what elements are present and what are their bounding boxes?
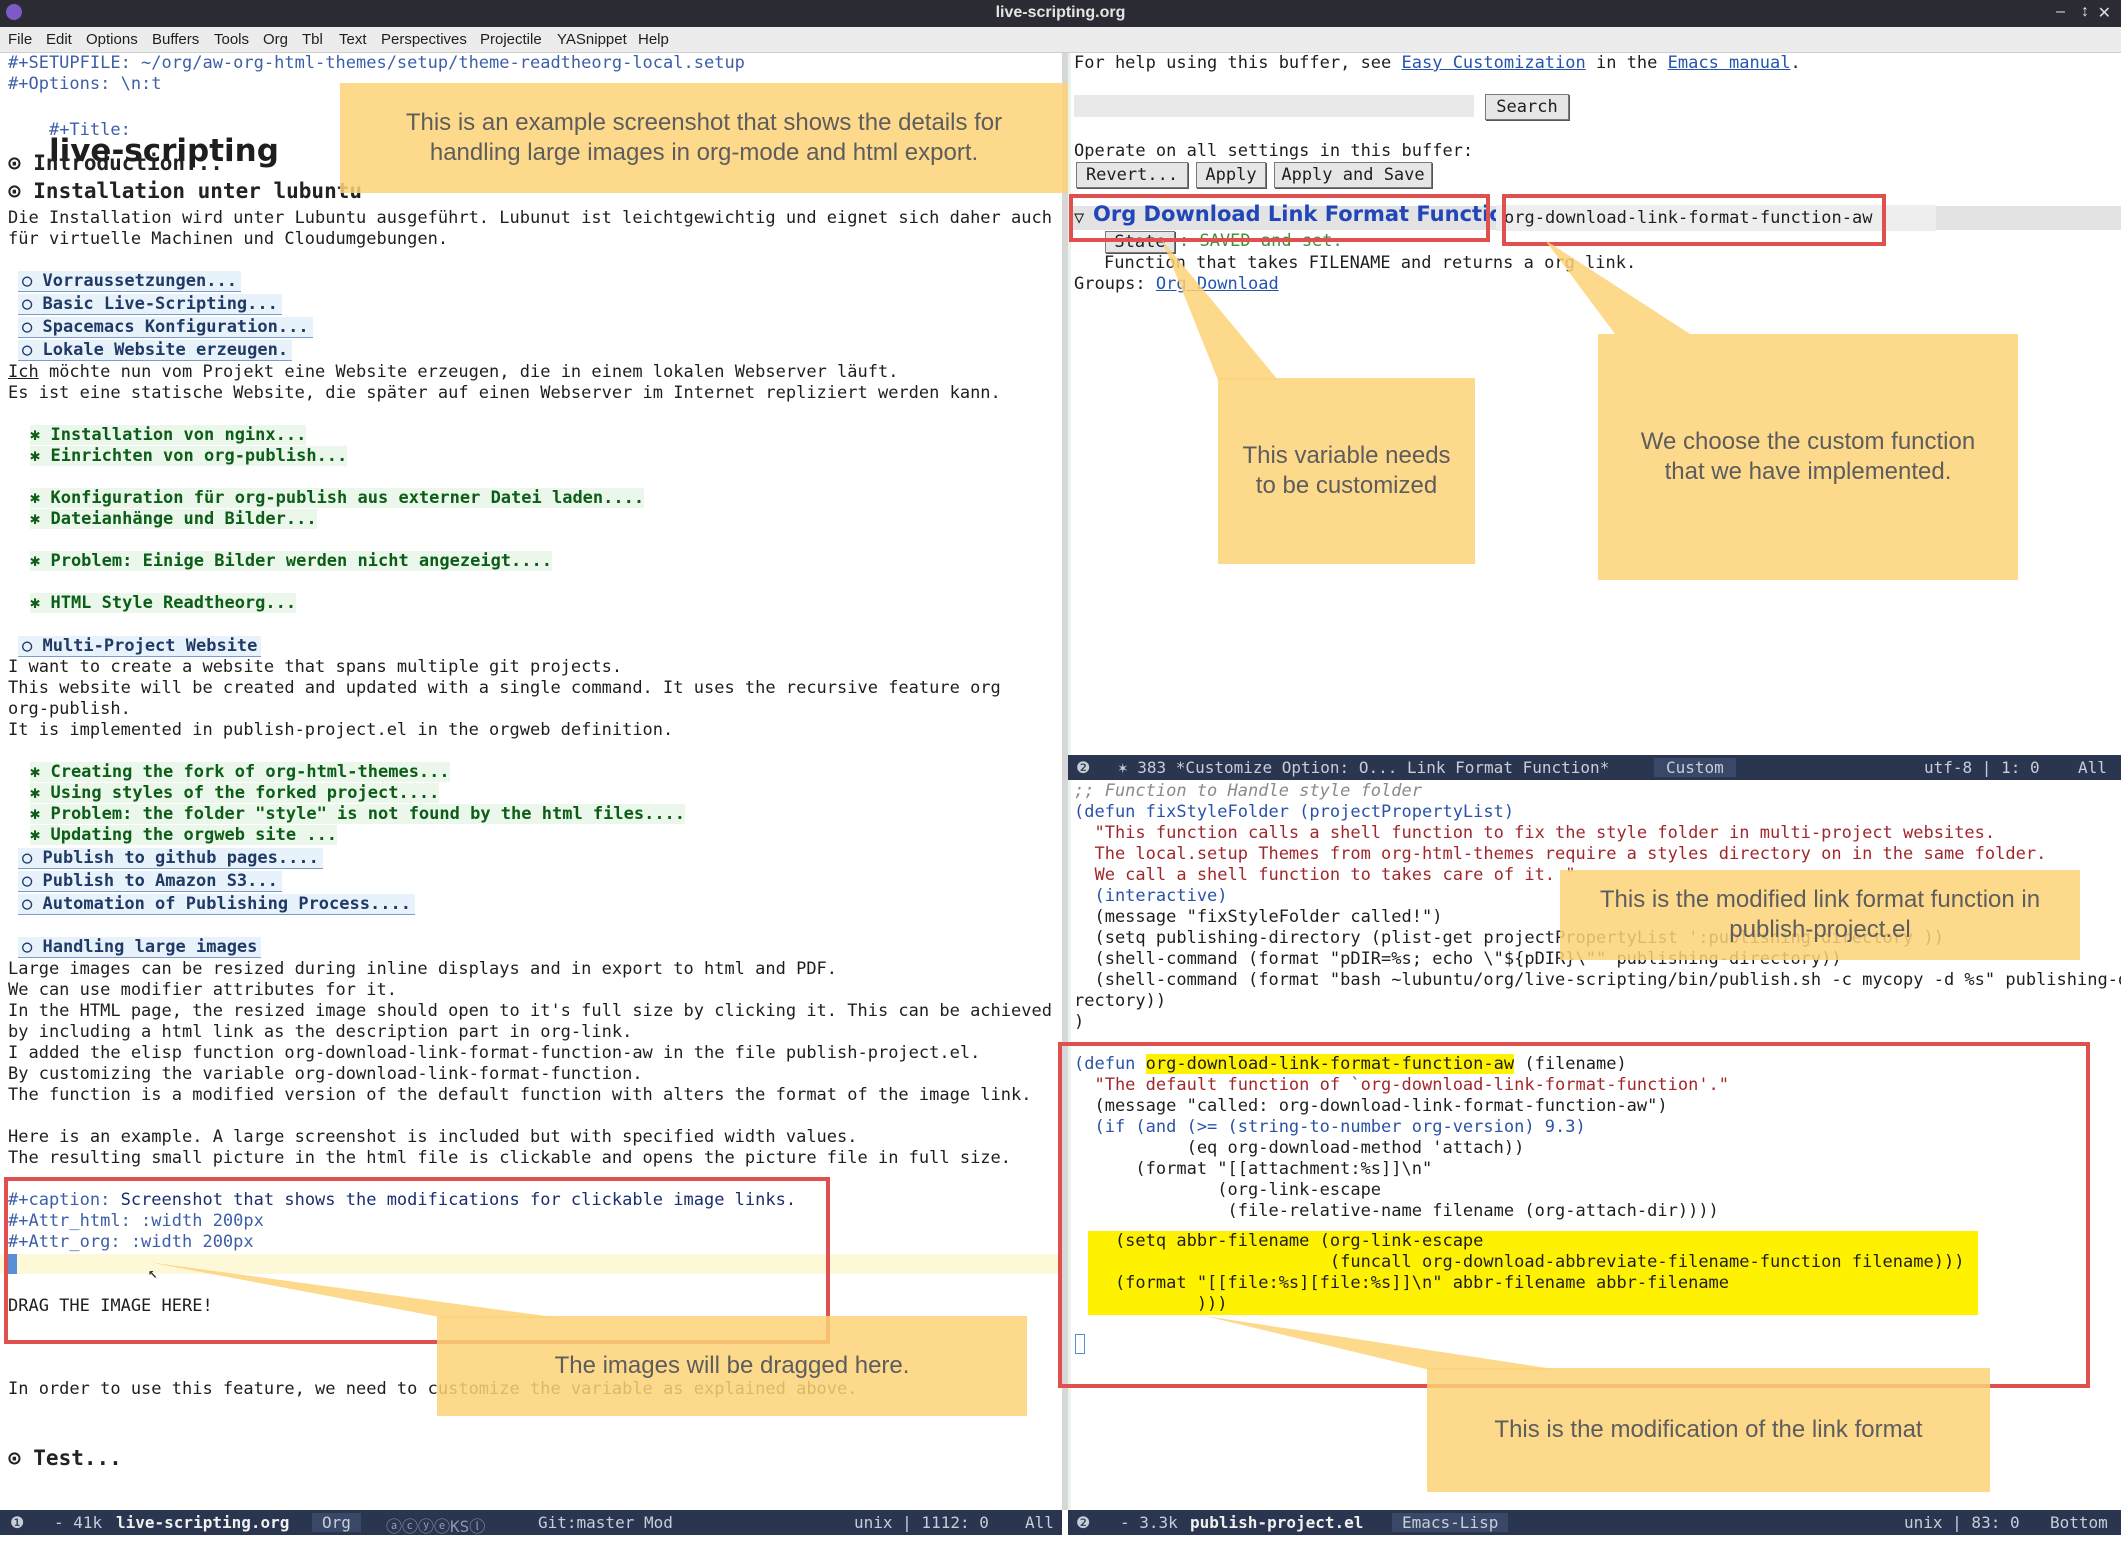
- callout-pointer-drag: [148, 1262, 560, 1318]
- callout-pointers: [148, 240, 1690, 1370]
- note-link-format: This is the modification of the link for…: [1427, 1368, 1990, 1492]
- callout-pointer-variable: [1162, 240, 1278, 380]
- note-drag-here: The images will be dragged here.: [437, 1316, 1027, 1416]
- note-custom-function: We choose the custom function that we ha…: [1598, 334, 2018, 580]
- note-modified-function: This is the modified link format functio…: [1560, 870, 2080, 960]
- callout-pointer-custom: [1545, 240, 1690, 334]
- note-variable: This variable needs to be customized: [1218, 378, 1475, 564]
- note-intro: This is an example screenshot that shows…: [340, 83, 1068, 193]
- callout-pointer-modification: [1205, 1316, 1560, 1370]
